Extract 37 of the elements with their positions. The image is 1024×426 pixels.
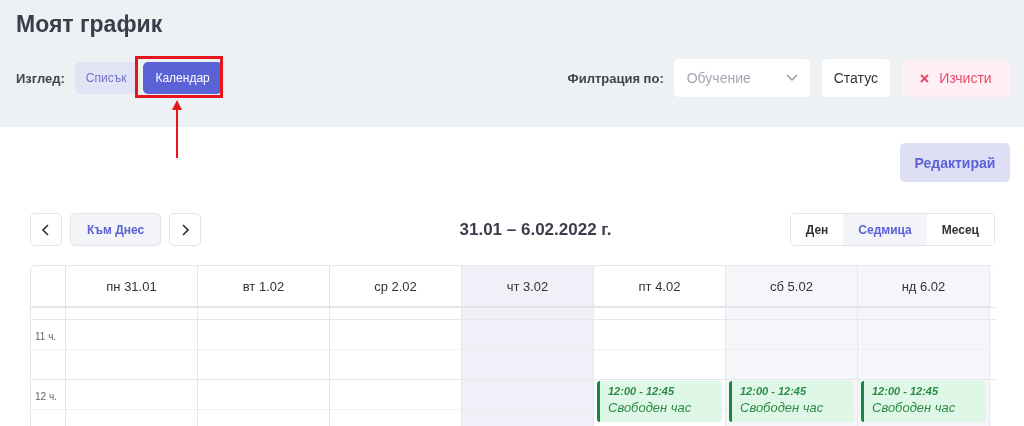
event-card[interactable]: 12:00 - 12:45 Свободен час [729,381,854,422]
chevron-down-icon [785,74,798,82]
chevron-left-icon [42,223,50,236]
status-button[interactable]: Статус [821,59,890,97]
date-range: 31.01 – 6.02.2022 г. [459,219,612,240]
day-header: чт 3.02 [462,266,594,308]
chevron-right-icon [181,223,190,236]
event-title: Свободен час [872,399,957,417]
previous-button[interactable] [30,213,62,246]
dropdown-field[interactable]: Обучение [673,59,810,97]
view-tab[interactable]: Списък [74,62,138,94]
filter-label: Филтрация по: [567,70,664,86]
event-card[interactable]: 12:00 - 12:45 Свободен час [861,381,986,422]
event-time: 12:00 - 12:45 [608,384,676,399]
event-card[interactable]: 12:00 - 12:45 Свободен час [597,381,722,422]
view-label: Изглед: [16,70,65,86]
event-title: Свободен час [608,399,693,417]
day-header: нд 6.02 [858,266,990,308]
arrow [172,100,182,158]
today-button[interactable]: Към Днес [70,213,162,246]
next-button[interactable] [169,213,202,246]
view-tab[interactable]: Седмица [843,214,927,245]
clear-button[interactable]: Изчисти [902,59,1010,97]
day-header: вт 1.02 [198,266,330,308]
day-header: пт 4.02 [594,266,726,308]
hour-label: 11 ч. [31,320,66,380]
page-title: Моят график [16,10,164,38]
close-icon [920,73,930,83]
event-title: Свободен час [740,399,825,417]
day-header: пн 31.01 [66,266,198,308]
event-time: 12:00 - 12:45 [740,384,808,399]
hour-label: 12 ч. [31,380,66,426]
day-header: ср 2.02 [330,266,462,308]
event-time: 12:00 - 12:45 [872,384,940,399]
edit-button[interactable]: Редактирай [900,143,1010,182]
day-header: сб 5.02 [726,266,858,308]
view-tab[interactable]: Календар [143,62,222,94]
